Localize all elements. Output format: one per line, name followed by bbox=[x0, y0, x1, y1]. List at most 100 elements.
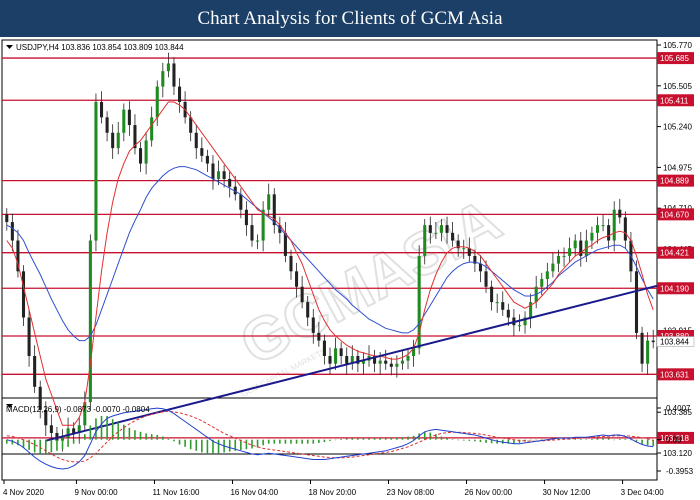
macd-histogram-bar bbox=[84, 434, 86, 440]
candle-body bbox=[445, 225, 449, 233]
macd-histogram-bar bbox=[189, 439, 192, 450]
macd-histogram-bar bbox=[117, 422, 120, 440]
macd-histogram-bar bbox=[145, 433, 147, 440]
y-tick-label: 104.975 bbox=[663, 163, 692, 172]
macd-histogram-bar bbox=[245, 439, 248, 450]
macd-histogram-bar bbox=[457, 439, 459, 441]
macd-histogram-bar bbox=[178, 439, 181, 445]
macd-histogram-bar bbox=[479, 439, 482, 443]
macd-histogram-bar bbox=[384, 438, 387, 440]
candle-body bbox=[10, 222, 14, 241]
candle-body bbox=[116, 132, 120, 149]
y-tick-label: 105.770 bbox=[663, 41, 692, 50]
candle-body bbox=[144, 140, 148, 164]
macd-histogram-bar bbox=[345, 438, 348, 440]
y-tick-label: 105.240 bbox=[663, 123, 692, 132]
candle-body bbox=[495, 302, 499, 304]
candle-body bbox=[384, 360, 388, 364]
price-panel-label: USDJPY,H4 103.836 103.854 103.809 103.84… bbox=[16, 43, 184, 52]
macd-histogram-bar bbox=[33, 439, 36, 453]
macd-histogram-bar bbox=[295, 439, 298, 444]
chart-area: GCMASIA GCM CAPITAL MARKETS 105.770105.5… bbox=[0, 37, 700, 500]
candle-body bbox=[166, 63, 170, 72]
candle-body bbox=[623, 217, 627, 241]
macd-histogram-bar bbox=[451, 439, 454, 440]
macd-histogram-bar bbox=[301, 439, 303, 444]
x-tick-label: 23 Nov 08:00 bbox=[387, 488, 435, 497]
macd-histogram-bar bbox=[318, 439, 320, 443]
macd-histogram-bar bbox=[167, 438, 170, 440]
macd-histogram-bar bbox=[128, 427, 131, 440]
macd-histogram-bar bbox=[401, 437, 404, 440]
macd-histogram-bar bbox=[150, 434, 153, 440]
candle-body bbox=[72, 428, 76, 433]
level-label: 104.421 bbox=[660, 249, 689, 258]
candle-body bbox=[345, 356, 349, 364]
candle-body bbox=[590, 232, 594, 241]
candle-body bbox=[334, 348, 338, 364]
candle-body bbox=[573, 240, 577, 249]
candle-body bbox=[33, 356, 37, 387]
macd-histogram-bar bbox=[362, 438, 365, 440]
candle-body bbox=[306, 302, 310, 318]
candle-body bbox=[601, 225, 605, 227]
candle-body bbox=[612, 209, 616, 241]
candle-body bbox=[501, 302, 505, 310]
macd-histogram-bar bbox=[39, 439, 42, 454]
macd-histogram-bar bbox=[267, 439, 270, 444]
candle-body bbox=[517, 325, 522, 327]
macd-histogram-bar bbox=[173, 439, 175, 442]
macd-histogram-bar bbox=[513, 439, 515, 444]
macd-histogram-bar bbox=[323, 439, 326, 443]
macd-histogram-bar bbox=[596, 438, 599, 440]
macd-histogram-bar bbox=[78, 439, 81, 441]
candle-body bbox=[423, 225, 427, 256]
macd-histogram-bar bbox=[334, 439, 337, 441]
candle-body bbox=[462, 248, 466, 250]
macd-histogram-bar bbox=[446, 438, 448, 440]
candle-body bbox=[21, 271, 26, 318]
macd-histogram-bar bbox=[89, 425, 92, 440]
level-label: 104.670 bbox=[660, 210, 689, 219]
candle-body bbox=[378, 360, 382, 364]
x-tick-label: 3 Dec 04:00 bbox=[621, 488, 665, 497]
macd-histogram-bar bbox=[423, 431, 426, 440]
candle-body bbox=[317, 332, 321, 341]
candle-body bbox=[551, 263, 555, 272]
macd-panel-label: MACD(12,26,9) -0.0873 -0.0070 -0.0804 bbox=[6, 405, 150, 414]
candle-body bbox=[122, 109, 126, 133]
macd-histogram-bar bbox=[284, 439, 287, 444]
candle-body bbox=[395, 363, 399, 367]
macd-histogram-bar bbox=[134, 430, 136, 440]
macd-histogram-bar bbox=[529, 439, 532, 441]
candle-body bbox=[339, 348, 343, 357]
level-label: 103.631 bbox=[660, 370, 689, 379]
macd-histogram-bar bbox=[646, 439, 649, 446]
candle-body bbox=[155, 86, 159, 118]
x-tick-label: 11 Nov 16:00 bbox=[152, 488, 200, 497]
candle-body bbox=[261, 209, 265, 241]
candle-body bbox=[217, 171, 221, 179]
candle-body bbox=[618, 209, 622, 218]
candle-body bbox=[428, 225, 432, 233]
macd-histogram-bar bbox=[641, 439, 643, 445]
macd-histogram-bar bbox=[28, 439, 30, 451]
macd-histogram-bar bbox=[139, 431, 142, 440]
level-label: 105.411 bbox=[660, 96, 689, 105]
candle-body bbox=[484, 271, 488, 287]
macd-histogram-bar bbox=[579, 438, 582, 440]
macd-histogram-bar bbox=[100, 415, 103, 440]
candle-body bbox=[289, 255, 293, 272]
candle-body bbox=[244, 209, 248, 226]
macd-histogram-bar bbox=[50, 439, 53, 453]
macd-histogram-bar bbox=[396, 437, 398, 440]
macd-histogram-bar bbox=[390, 437, 393, 440]
candle-body bbox=[295, 271, 299, 287]
candle-body bbox=[300, 286, 304, 303]
candle-body bbox=[506, 309, 510, 318]
macd-histogram-bar bbox=[206, 439, 209, 454]
macd-histogram-bar bbox=[368, 438, 370, 440]
candle-body bbox=[646, 340, 650, 364]
macd-y-tick-label: -0.3953 bbox=[666, 467, 694, 476]
candle-body bbox=[127, 109, 131, 126]
